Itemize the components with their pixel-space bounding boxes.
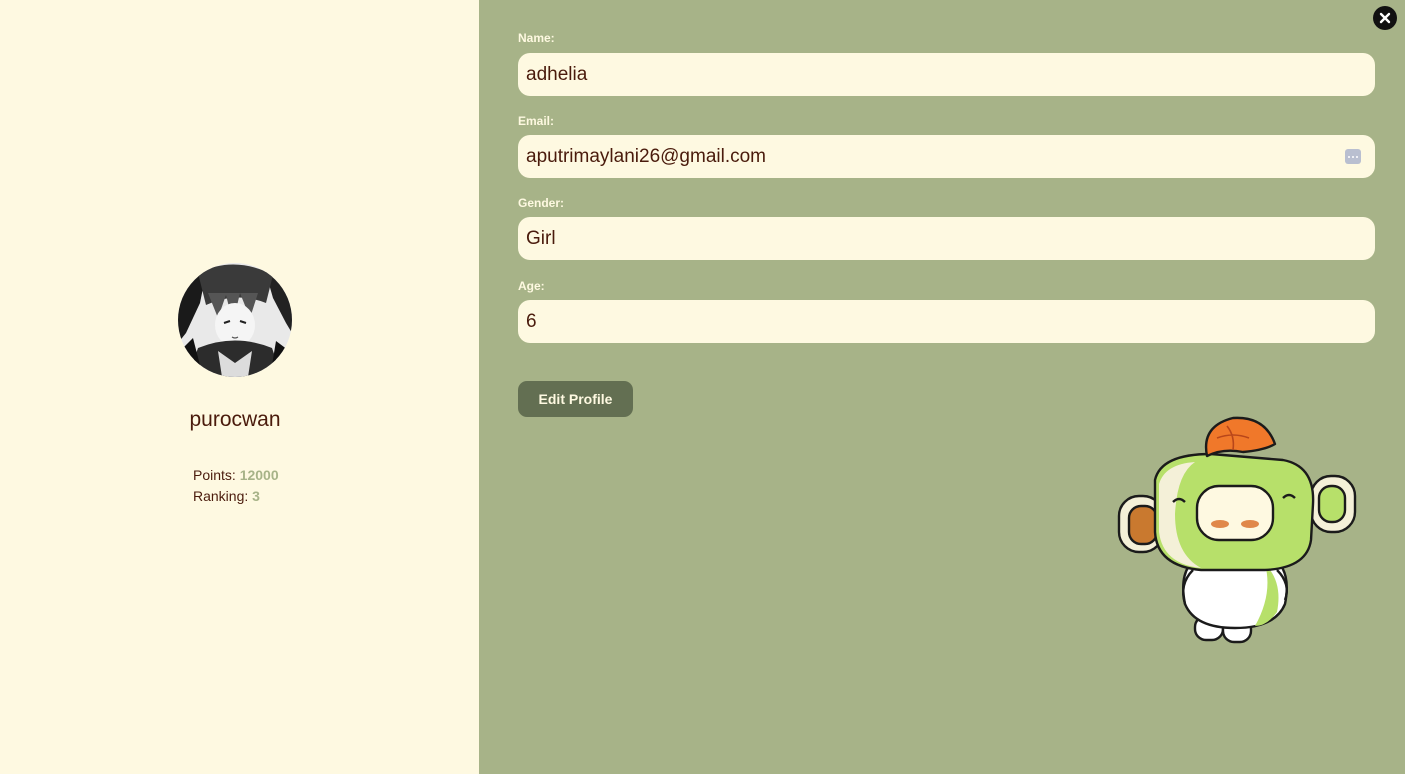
age-label: Age: [518,279,545,293]
password-manager-icon[interactable] [1345,149,1361,164]
monkey-mascot-illustration [1115,414,1360,655]
edit-profile-button[interactable]: Edit Profile [518,381,633,417]
ranking-row: Ranking: 3 [193,486,279,507]
name-label: Name: [518,31,555,45]
name-field[interactable] [518,53,1375,96]
points-value: 12000 [239,467,279,483]
mascot-image [1117,416,1357,644]
gender-label: Gender: [518,196,565,210]
ranking-label: Ranking: [193,488,249,504]
user-stats: Points: 12000 Ranking: 3 [193,465,279,507]
profile-form-panel: Name: Email: Gender: Age: Edit Profile [479,0,1405,774]
email-label: Email: [518,114,555,128]
ranking-value: 3 [252,488,260,504]
points-label: Points: [193,467,236,483]
avatar [178,263,292,377]
username: purocwan [189,408,281,431]
age-field[interactable] [518,300,1375,343]
email-field[interactable] [518,135,1375,178]
profile-page: purocwan Points: 12000 Ranking: 3 Name: … [0,0,1405,774]
avatar-image [178,263,292,377]
gender-field[interactable] [518,217,1375,260]
profile-sidebar: purocwan Points: 12000 Ranking: 3 [0,0,479,774]
points-row: Points: 12000 [193,465,279,486]
close-button[interactable] [1373,6,1397,30]
close-icon [1379,12,1391,24]
